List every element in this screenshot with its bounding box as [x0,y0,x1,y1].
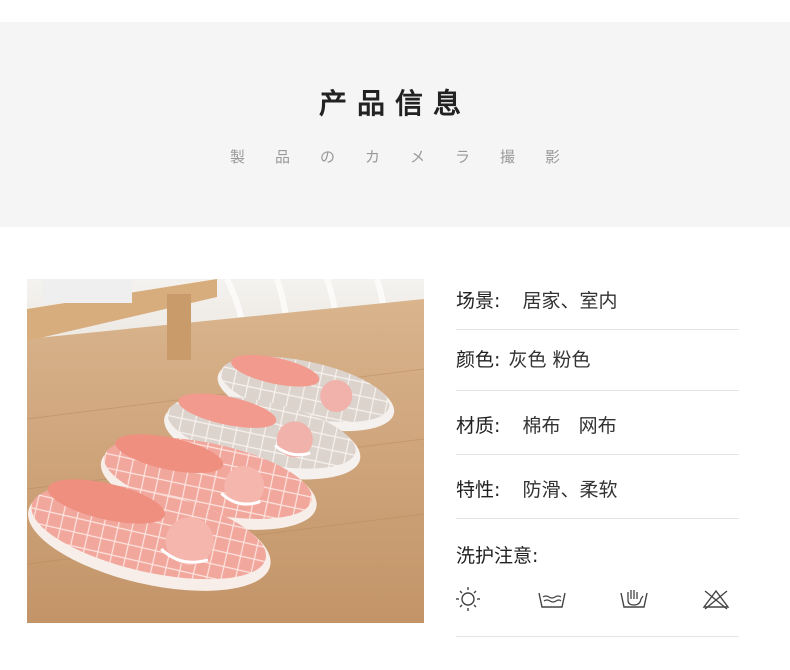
care-icons [456,585,739,615]
info-value: 灰色 粉色 [508,349,591,371]
info-label: 颜色: [456,349,501,371]
info-label: 场景: [456,290,501,312]
care-title: 洗护注意: [456,545,539,567]
info-row-feature: 特性: 防滑、柔软 [456,455,739,519]
info-row-material: 材质: 棉布 网布 [456,391,739,455]
water-wash-icon [538,585,566,613]
bottom-divider [456,636,739,637]
info-value: 防滑、柔软 [522,479,618,501]
no-bleach-icon [702,585,730,613]
slippers-photo-illustration [27,279,424,623]
hand-wash-icon [620,585,648,613]
info-row-color: 颜色: 灰色 粉色 [456,330,739,391]
info-value: 居家、室内 [522,290,618,312]
product-photo [27,279,424,623]
info-value: 棉布 网布 [522,415,617,437]
sun-dry-icon [456,585,484,613]
info-row-scene: 场景: 居家、室内 [456,279,739,330]
page-title: 产品信息 [318,87,471,120]
page-subtitle: 製品のカメラ撮影 [229,148,590,166]
info-label: 材质: [456,415,501,437]
header-band [0,22,790,227]
info-label: 特性: [456,479,501,501]
